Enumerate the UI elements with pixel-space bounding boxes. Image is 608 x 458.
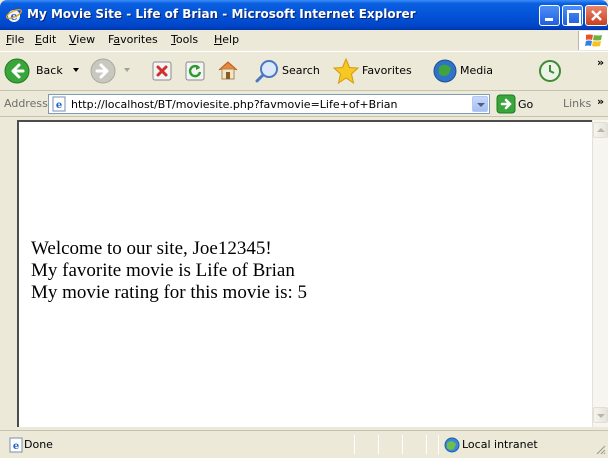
address-field[interactable]: e bbox=[48, 94, 490, 114]
favorites-button[interactable]: Favorites bbox=[332, 52, 420, 90]
status-separator bbox=[426, 435, 427, 454]
stop-icon bbox=[152, 61, 172, 81]
windows-logo-icon bbox=[585, 34, 602, 47]
refresh-button[interactable] bbox=[179, 52, 211, 90]
back-label: Back bbox=[36, 64, 63, 77]
url-input[interactable] bbox=[71, 96, 467, 112]
back-button[interactable]: Back bbox=[2, 52, 88, 90]
go-label: Go bbox=[518, 98, 534, 111]
go-button[interactable]: Go bbox=[496, 94, 548, 114]
address-dropdown-button[interactable] bbox=[472, 96, 488, 112]
stop-button[interactable] bbox=[146, 52, 178, 90]
page-body-text: Welcome to our site, Joe12345! My favori… bbox=[31, 238, 307, 304]
favorites-star-icon bbox=[332, 57, 360, 85]
menu-tools[interactable]: Tools bbox=[171, 33, 198, 46]
search-label: Search bbox=[282, 64, 320, 77]
menu-view-label: iew bbox=[76, 33, 96, 46]
status-separator bbox=[378, 435, 379, 454]
history-button[interactable] bbox=[533, 52, 567, 90]
favorite-movie-line: My favorite movie is Life of Brian bbox=[31, 260, 295, 281]
movie-rating-line: My movie rating for this movie is: 5 bbox=[31, 282, 308, 303]
menu-bar: File Edit View Favorites Tools Help bbox=[0, 30, 608, 50]
menu-help-label: elp bbox=[222, 33, 240, 46]
local-intranet-icon bbox=[444, 437, 460, 453]
window-title: My Movie Site - Life of Brian - Microsof… bbox=[27, 7, 416, 21]
status-separator bbox=[402, 435, 403, 454]
address-bar: Address e Go Links » bbox=[0, 91, 608, 117]
title-bar: e My Movie Site - Life of Brian - Micros… bbox=[0, 0, 608, 30]
menu-file-label: ile bbox=[11, 33, 25, 46]
search-icon bbox=[255, 60, 278, 83]
vertical-scrollbar[interactable] bbox=[592, 120, 608, 427]
scroll-down-button[interactable] bbox=[593, 407, 608, 423]
standard-toolbar: Back Search Favorites Media » bbox=[0, 51, 608, 91]
status-bar: e Done Local intranet bbox=[0, 430, 608, 458]
links-more-chevron[interactable]: » bbox=[597, 95, 604, 108]
maximize-button[interactable] bbox=[562, 5, 583, 26]
resize-grip-icon[interactable] bbox=[594, 443, 606, 455]
forward-button[interactable] bbox=[88, 52, 140, 90]
back-dropdown-arrow[interactable] bbox=[73, 68, 79, 72]
ie-icon: e bbox=[6, 9, 22, 23]
media-label: Media bbox=[460, 64, 494, 77]
security-zone-text: Local intranet bbox=[462, 438, 538, 451]
history-icon bbox=[539, 60, 561, 82]
home-button[interactable] bbox=[212, 52, 244, 90]
svg-text:e: e bbox=[13, 441, 19, 452]
refresh-icon bbox=[185, 61, 205, 81]
windows-logo bbox=[578, 31, 608, 50]
status-text: Done bbox=[24, 438, 53, 451]
menu-edit[interactable]: Edit bbox=[35, 33, 56, 46]
menu-edit-mnemonic: E bbox=[35, 33, 42, 46]
close-icon bbox=[591, 10, 602, 21]
close-button[interactable] bbox=[585, 5, 608, 26]
go-arrow-icon bbox=[496, 94, 516, 114]
address-label: Address bbox=[4, 97, 48, 110]
search-button[interactable]: Search bbox=[252, 52, 324, 90]
welcome-line: Welcome to our site, Joe12345! bbox=[31, 238, 272, 259]
svg-text:e: e bbox=[56, 100, 62, 111]
favorites-label: Favorites bbox=[362, 64, 412, 77]
forward-arrow-icon bbox=[90, 58, 116, 84]
ie-window: e My Movie Site - Life of Brian - Micros… bbox=[0, 0, 608, 458]
minimize-button[interactable] bbox=[539, 5, 560, 26]
menu-favorites[interactable]: Favorites bbox=[108, 33, 158, 46]
menu-favorites-label: vorites bbox=[120, 33, 158, 46]
menu-tools-label: ools bbox=[175, 33, 199, 46]
menu-help[interactable]: Help bbox=[214, 33, 239, 46]
links-label[interactable]: Links bbox=[563, 97, 591, 110]
back-arrow-icon bbox=[4, 58, 30, 84]
media-icon bbox=[433, 59, 457, 83]
scroll-up-button[interactable] bbox=[593, 122, 608, 138]
page-icon: e bbox=[52, 96, 66, 112]
status-separator bbox=[354, 435, 355, 454]
toolbar-more-chevron[interactable]: » bbox=[597, 56, 604, 69]
page-done-icon: e bbox=[9, 437, 23, 453]
menu-file[interactable]: File bbox=[6, 33, 24, 46]
media-button[interactable]: Media bbox=[432, 52, 500, 90]
forward-dropdown-arrow[interactable] bbox=[124, 68, 130, 72]
home-icon bbox=[218, 61, 238, 80]
menu-view[interactable]: View bbox=[69, 33, 95, 46]
menu-edit-label: dit bbox=[41, 33, 57, 46]
status-separator bbox=[438, 435, 439, 454]
